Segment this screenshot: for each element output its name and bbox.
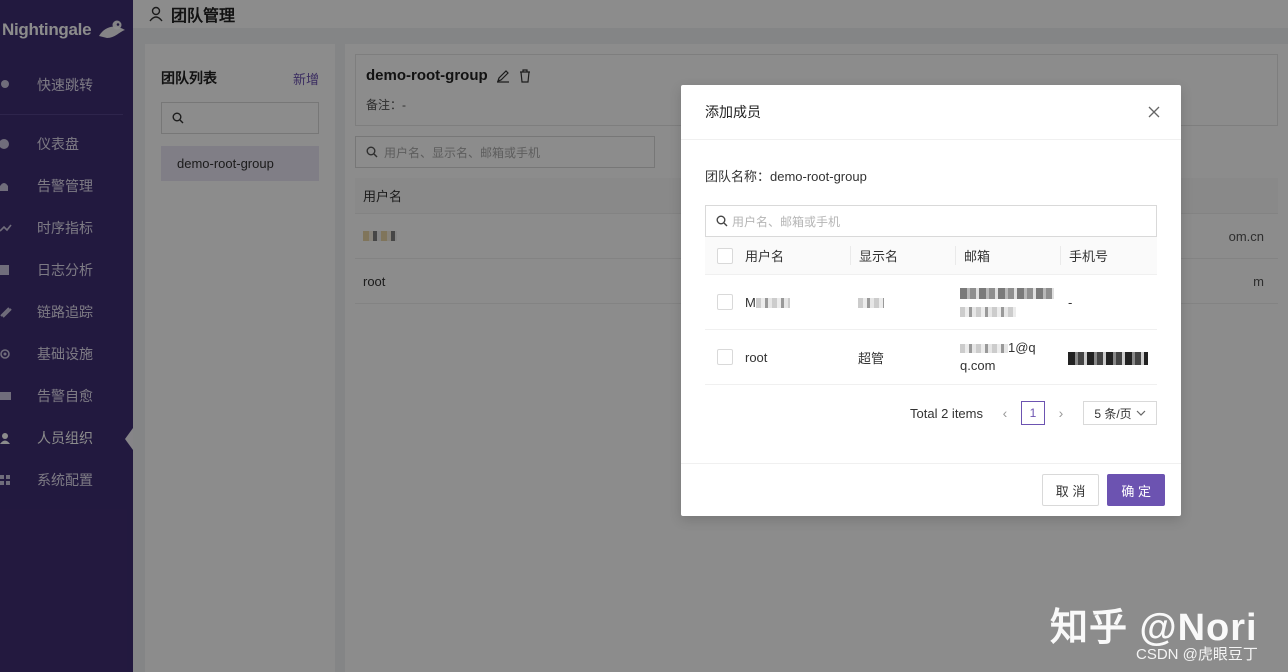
user-select-table: 用户名 显示名 邮箱 手机号 M - root 超管 1@q q.com xyxy=(705,237,1157,385)
redacted-text xyxy=(858,298,884,309)
phone-cell xyxy=(1060,349,1157,365)
email-cell: 1@q q.com xyxy=(960,340,1036,373)
display-name-cell xyxy=(850,295,955,310)
next-page-icon[interactable]: › xyxy=(1053,405,1069,421)
row-checkbox[interactable] xyxy=(717,349,733,365)
cancel-button[interactable]: 取 消 xyxy=(1041,474,1100,506)
chevron-down-icon xyxy=(1136,410,1146,416)
redacted-text xyxy=(960,288,1054,300)
redacted-text xyxy=(755,298,790,309)
phone-cell: - xyxy=(1068,294,1073,310)
page-number[interactable]: 1 xyxy=(1021,401,1045,425)
table-row[interactable]: root 超管 1@q q.com xyxy=(705,330,1157,385)
modal-footer: 取 消 确 定 xyxy=(681,463,1181,516)
user-search-input[interactable]: 用户名、邮箱或手机 xyxy=(705,205,1157,237)
search-placeholder: 用户名、邮箱或手机 xyxy=(732,214,841,229)
table-header: 用户名 显示名 邮箱 手机号 xyxy=(705,237,1157,275)
row-checkbox[interactable] xyxy=(717,294,733,310)
confirm-button[interactable]: 确 定 xyxy=(1107,474,1165,506)
modal-title: 添加成员 xyxy=(705,104,761,120)
redacted-text xyxy=(960,306,1016,317)
redacted-text xyxy=(960,344,1008,354)
prev-page-icon[interactable]: ‹ xyxy=(997,405,1013,421)
display-name-cell: 超管 xyxy=(858,350,885,366)
select-all-checkbox[interactable] xyxy=(717,247,733,264)
pagination: Total 2 items ‹ 1 › 5 条/页 xyxy=(705,401,1157,425)
page-size-select[interactable]: 5 条/页 xyxy=(1083,401,1157,425)
column-phone: 手机号 xyxy=(1060,246,1157,265)
redacted-text xyxy=(1068,351,1148,365)
username-cell: M xyxy=(745,295,850,310)
column-username: 用户名 xyxy=(745,249,785,264)
csdn-watermark: CSDN @虎眼豆丁 xyxy=(1136,646,1258,663)
add-member-modal: 添加成员 团队名称：demo-root-group 用户名、邮箱或手机 用户名 … xyxy=(681,85,1181,516)
username-cell: root xyxy=(745,349,768,365)
pagination-total: Total 2 items xyxy=(910,405,983,421)
team-name-label: 团队名称：demo-root-group xyxy=(705,169,867,184)
table-row[interactable]: M - xyxy=(705,275,1157,330)
close-icon[interactable] xyxy=(1147,105,1161,119)
search-icon xyxy=(716,215,728,227)
email-cell xyxy=(955,284,1060,320)
column-email: 邮箱 xyxy=(955,246,1060,265)
column-display-name: 显示名 xyxy=(850,246,955,265)
